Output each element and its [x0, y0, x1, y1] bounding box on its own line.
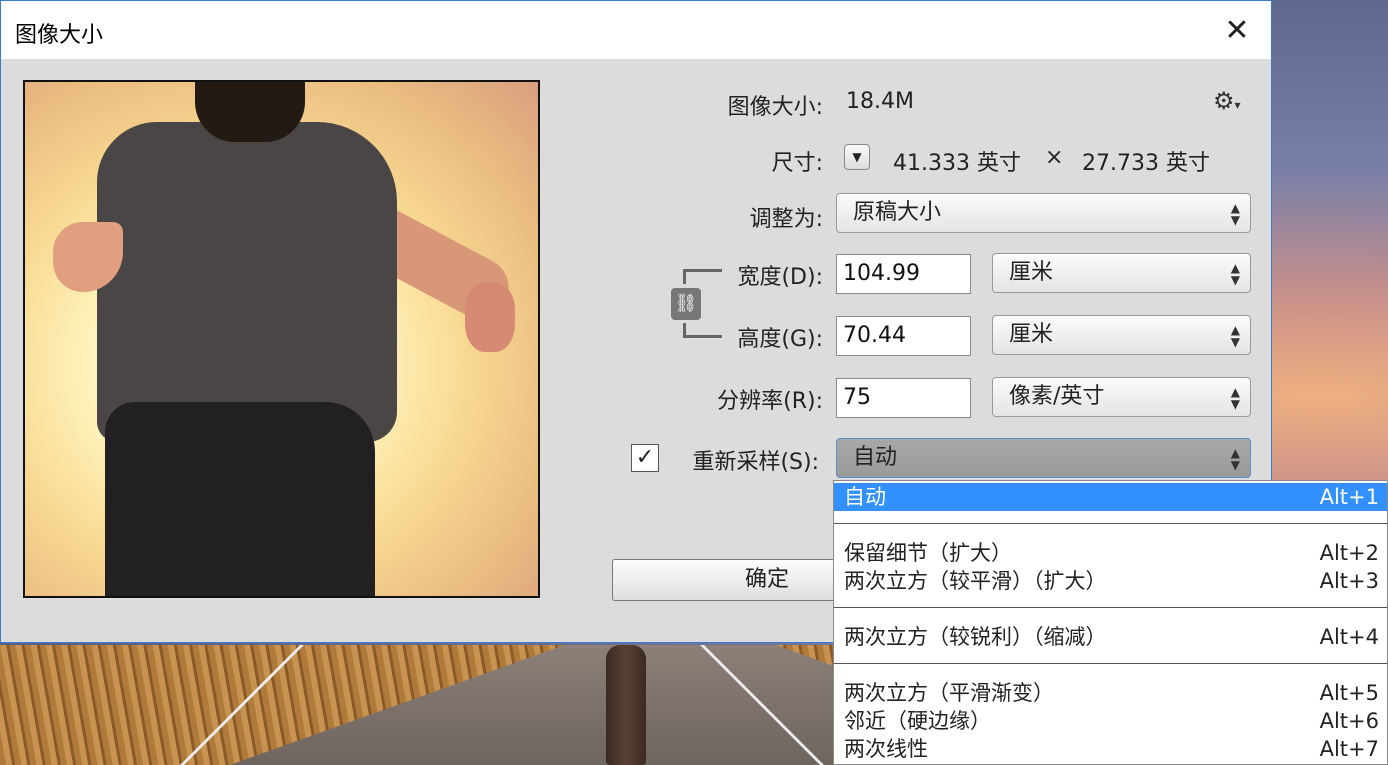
updown-arrows-icon: ▲ ▼: [1230, 323, 1240, 349]
width-input[interactable]: 104.99: [836, 254, 971, 294]
close-icon[interactable]: ✕: [1217, 11, 1257, 51]
dimensions-times: ×: [1045, 145, 1064, 170]
resample-checkbox[interactable]: ✓: [631, 444, 659, 472]
updown-arrows-icon: ▲ ▼: [1230, 201, 1240, 227]
resample-select[interactable]: 自动 ▲ ▼: [836, 438, 1251, 478]
gear-icon[interactable]: ⚙▾: [1213, 87, 1241, 115]
menu-separator: [834, 607, 1387, 608]
menu-item-nearest-neighbor[interactable]: 邻近（硬边缘） Alt+6: [834, 707, 1387, 735]
menu-item-auto[interactable]: 自动 Alt+1: [834, 483, 1387, 511]
resample-label: 重新采样(S):: [692, 450, 819, 475]
fit-to-label: 调整为:: [749, 207, 823, 232]
resolution-unit-value: 像素/英寸: [1009, 384, 1105, 409]
dimensions-width: 41.333 英寸: [893, 151, 1021, 176]
chevron-down-icon[interactable]: ▼: [844, 144, 870, 170]
updown-arrows-icon: ▲ ▼: [1230, 446, 1240, 472]
fit-to-select[interactable]: 原稿大小 ▲ ▼: [836, 193, 1251, 233]
image-preview[interactable]: [23, 80, 540, 598]
width-label: 宽度(D):: [737, 265, 823, 290]
height-unit-value: 厘米: [1009, 322, 1054, 347]
menu-item-shortcut: Alt+6: [1319, 709, 1379, 733]
preview-shorts: [105, 402, 375, 596]
link-icon[interactable]: ⛓: [671, 288, 701, 320]
resample-value: 自动: [853, 445, 898, 470]
menu-item-shortcut: Alt+7: [1319, 737, 1379, 761]
menu-item-bicubic-smoother[interactable]: 两次立方（较平滑）（扩大） Alt+3: [834, 567, 1387, 595]
resolution-label: 分辨率(R):: [717, 389, 823, 414]
runner-legs: [606, 645, 646, 765]
menu-item-shortcut: Alt+1: [1319, 485, 1379, 509]
width-unit-value: 厘米: [1009, 260, 1054, 285]
resolution-unit-select[interactable]: 像素/英寸 ▲ ▼: [992, 377, 1251, 417]
preview-hand: [465, 282, 515, 352]
updown-arrows-icon: ▲ ▼: [1230, 261, 1240, 287]
resolution-input[interactable]: 75: [836, 378, 971, 418]
menu-item-label: 邻近（硬边缘）: [844, 709, 991, 733]
preview-shirt: [97, 122, 397, 442]
menu-item-shortcut: Alt+5: [1319, 681, 1379, 705]
image-size-value: 18.4M: [846, 89, 914, 114]
menu-item-preserve-details[interactable]: 保留细节（扩大） Alt+2: [834, 539, 1387, 567]
menu-item-shortcut: Alt+2: [1319, 541, 1379, 565]
fit-to-value: 原稿大小: [853, 200, 942, 225]
height-label: 高度(G):: [737, 327, 823, 352]
menu-item-bicubic-sharper[interactable]: 两次立方（较锐利）（缩减） Alt+4: [834, 623, 1387, 651]
resample-dropdown-menu: 自动 Alt+1 保留细节（扩大） Alt+2 两次立方（较平滑）（扩大） Al…: [833, 480, 1388, 765]
menu-item-label: 两次立方（平滑渐变）: [844, 681, 1054, 705]
image-size-label: 图像大小:: [727, 95, 823, 120]
width-unit-select[interactable]: 厘米 ▲ ▼: [992, 253, 1251, 293]
menu-item-label: 两次立方（较平滑）（扩大）: [844, 569, 1107, 593]
menu-item-label: 两次立方（较锐利）（缩减）: [844, 625, 1107, 649]
menu-item-bilinear[interactable]: 两次线性 Alt+7: [834, 735, 1387, 763]
menu-separator: [834, 663, 1387, 664]
menu-item-label: 两次线性: [844, 737, 928, 761]
menu-item-shortcut: Alt+3: [1319, 569, 1379, 593]
menu-item-bicubic-smooth-gradients[interactable]: 两次立方（平滑渐变） Alt+5: [834, 679, 1387, 707]
menu-item-label: 自动: [844, 485, 886, 509]
title-bar: 图像大小 ✕: [1, 1, 1271, 59]
updown-arrows-icon: ▲ ▼: [1230, 385, 1240, 411]
height-input[interactable]: 70.44: [836, 316, 971, 356]
dimensions-height: 27.733 英寸: [1082, 151, 1210, 176]
dimensions-label: 尺寸:: [771, 151, 823, 176]
menu-item-shortcut: Alt+4: [1319, 625, 1379, 649]
menu-separator: [834, 523, 1387, 524]
menu-item-label: 保留细节（扩大）: [844, 541, 1012, 565]
height-unit-select[interactable]: 厘米 ▲ ▼: [992, 315, 1251, 355]
preview-head: [195, 82, 305, 142]
dialog-title: 图像大小: [15, 23, 104, 48]
